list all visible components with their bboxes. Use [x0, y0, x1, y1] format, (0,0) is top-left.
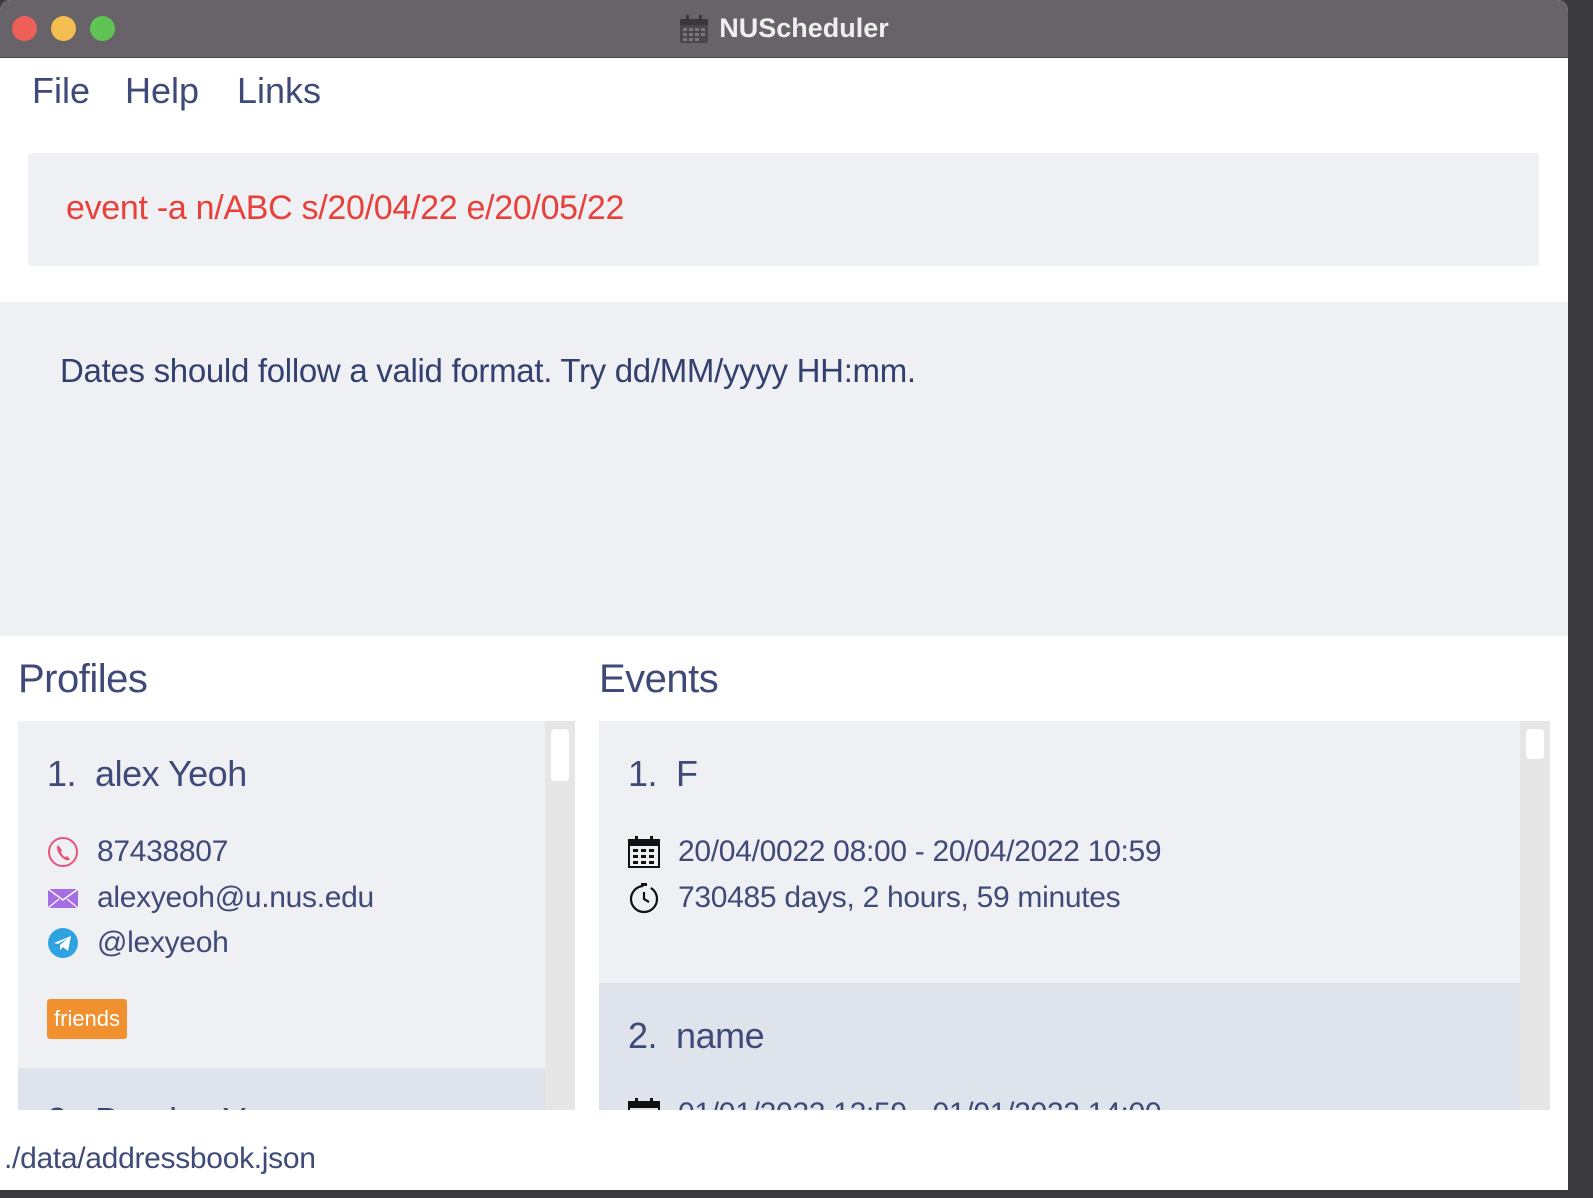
event-card[interactable]: 2. name 01/01/2022 12:59 - 01/01/2022 14… [599, 983, 1520, 1110]
menu-links[interactable]: Links [237, 70, 321, 112]
profiles-scrollbar[interactable] [545, 721, 575, 1110]
profile-telegram: @lexyeoh [97, 926, 229, 959]
events-heading: Events [599, 657, 719, 701]
window-title: NUScheduler [719, 13, 889, 43]
menu-file[interactable]: File [32, 70, 90, 112]
event-datetime: 01/01/2022 12:59 - 01/01/2022 14:00 [678, 1097, 1162, 1110]
event-index: 1. [628, 753, 658, 794]
profile-name: alex Yeoh [95, 753, 247, 794]
calendar-icon [628, 836, 660, 868]
command-input-text: event -a n/ABC s/20/04/22 e/20/05/22 [66, 189, 625, 227]
phone-icon [47, 836, 79, 868]
profile-card[interactable]: 2. Bernice Yu [18, 1068, 545, 1110]
profile-tag: friends [47, 999, 128, 1039]
command-input[interactable]: event -a n/ABC s/20/04/22 e/20/05/22 [28, 153, 1539, 266]
calendar-icon [628, 1098, 660, 1110]
profile-card[interactable]: 1. alex Yeoh 87438807 alexyeoh@u.nus.edu… [18, 721, 545, 1068]
event-datetime-row: 20/04/0022 08:00 - 20/04/2022 10:59 [628, 835, 1162, 869]
event-name: F [676, 753, 698, 794]
profile-email: alexyeoh@u.nus.edu [97, 881, 374, 914]
event-duration: 730485 days, 2 hours, 59 minutes [678, 881, 1121, 914]
telegram-icon [47, 927, 79, 959]
event-datetime: 20/04/0022 08:00 - 20/04/2022 10:59 [678, 835, 1162, 868]
event-card[interactable]: 1. F 20/04/0022 08:00 - 20/04/2022 10:59… [599, 721, 1520, 983]
event-index: 2. [628, 1015, 658, 1056]
profile-title: 1. alex Yeoh [47, 753, 247, 795]
status-bar: ./data/addressbook.json [0, 1112, 1568, 1190]
event-title: 1. F [628, 753, 698, 795]
events-scrollbar[interactable] [1520, 721, 1550, 1110]
profile-title: 2. Bernice Yu [47, 1100, 264, 1110]
calendar-icon [679, 14, 709, 44]
timer-icon [628, 882, 660, 914]
events-scroll-thumb[interactable] [1526, 729, 1544, 759]
profile-phone: 87438807 [97, 835, 229, 868]
events-list[interactable]: 1. F 20/04/0022 08:00 - 20/04/2022 10:59… [599, 721, 1550, 1110]
title-bar: NUScheduler [0, 0, 1568, 58]
profiles-scroll-thumb[interactable] [551, 729, 569, 781]
profiles-list[interactable]: 1. alex Yeoh 87438807 alexyeoh@u.nus.edu… [18, 721, 575, 1110]
profile-telegram-row: @lexyeoh [47, 926, 229, 960]
menu-bar: File Help Links [0, 58, 1568, 122]
profiles-heading: Profiles [18, 657, 148, 701]
profile-index: 2. [47, 1100, 77, 1110]
profile-email-row: alexyeoh@u.nus.edu [47, 881, 374, 915]
event-duration-row: 730485 days, 2 hours, 59 minutes [628, 881, 1121, 915]
profile-phone-row: 87438807 [47, 835, 228, 869]
event-title: 2. name [628, 1015, 765, 1057]
profile-name: Bernice Yu [95, 1100, 264, 1110]
event-datetime-row: 01/01/2022 12:59 - 01/01/2022 14:00 [628, 1097, 1162, 1110]
menu-help[interactable]: Help [125, 70, 199, 112]
result-message: Dates should follow a valid format. Try … [60, 352, 916, 389]
result-display: Dates should follow a valid format. Try … [0, 302, 1568, 636]
app-window: NUScheduler File Help Links event -a n/A… [0, 0, 1568, 1190]
event-name: name [676, 1015, 765, 1056]
profile-index: 1. [47, 753, 77, 794]
save-location: ./data/addressbook.json [4, 1142, 316, 1175]
email-icon [47, 882, 79, 914]
